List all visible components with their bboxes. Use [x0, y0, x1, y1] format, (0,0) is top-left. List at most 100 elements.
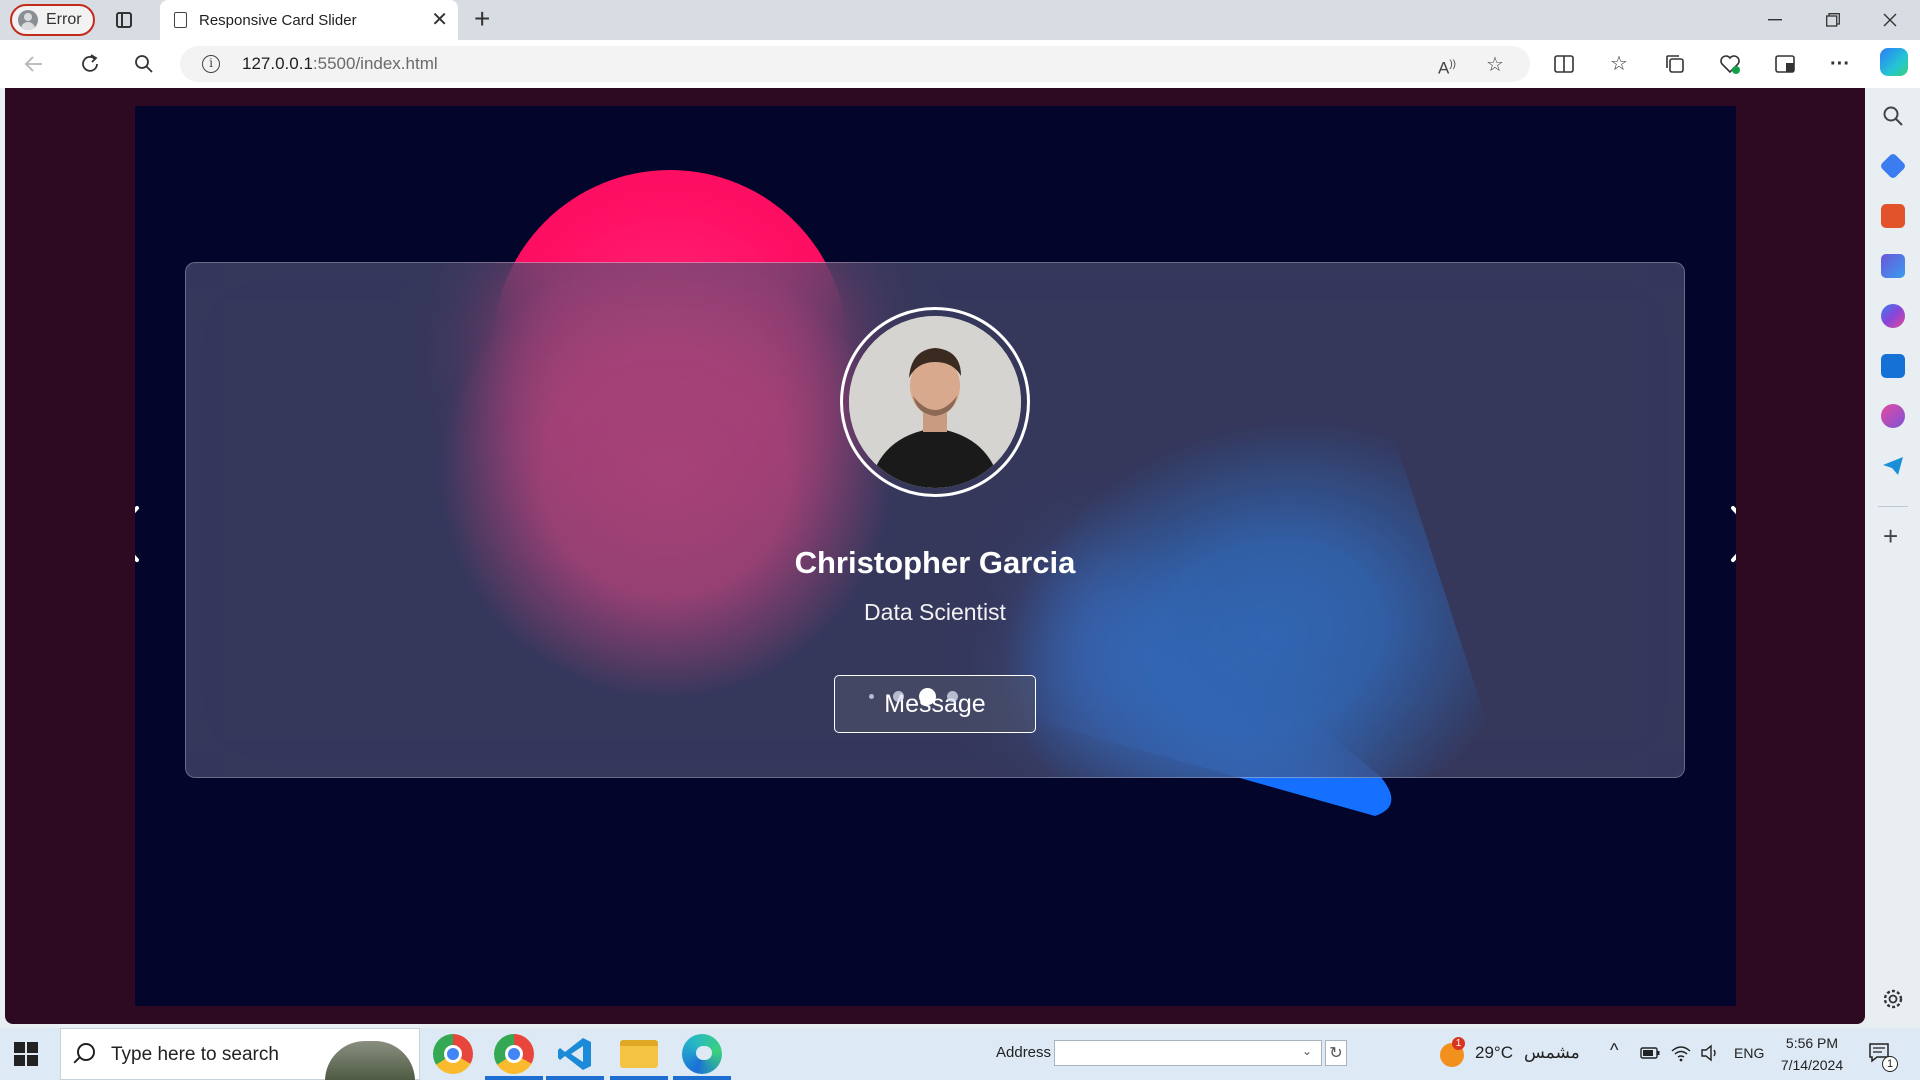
refresh-icon — [82, 54, 98, 72]
heart-pulse-glyph — [1720, 55, 1740, 74]
wifi-icon[interactable] — [1670, 1044, 1692, 1062]
tab-actions-icon — [116, 12, 132, 28]
slider-stage: Christopher Garcia Data Scientist Messag… — [135, 106, 1736, 1006]
address-bar[interactable]: i 127.0.0.1:5500/index.html A)) ☆ — [180, 46, 1530, 82]
taskbar-chrome-2-active-indicator — [485, 1076, 543, 1080]
favorite-star-icon[interactable]: ☆ — [1482, 52, 1508, 78]
copilot-icon[interactable] — [1880, 48, 1908, 76]
sidebar-divider — [1878, 506, 1908, 507]
refresh-button[interactable] — [76, 50, 104, 78]
address-toolbar-label: Address — [996, 1044, 1052, 1061]
pagination-dot-2[interactable] — [893, 691, 904, 702]
page-viewport: Christopher Garcia Data Scientist Messag… — [5, 88, 1865, 1024]
page-icon — [174, 12, 187, 28]
sidebar-settings-gear-icon[interactable] — [1882, 988, 1904, 1010]
address-dropdown-chevron-icon[interactable]: ⌄ — [1302, 1044, 1312, 1058]
search-highlight-image — [325, 1041, 415, 1080]
browser-toolbar: i 127.0.0.1:5500/index.html A)) ☆ ☆ ··· — [0, 40, 1920, 88]
games-icon[interactable] — [1881, 254, 1905, 278]
designer-icon[interactable] — [1881, 404, 1905, 428]
tab-actions-button[interactable] — [112, 8, 136, 32]
split-screen-icon[interactable] — [1550, 50, 1578, 78]
windows-taskbar: Type here to search Address ⌄ ↻ 1 29°C م… — [0, 1028, 1920, 1080]
pagination-dot-3-active[interactable] — [919, 688, 936, 705]
taskbar-chrome-2-icon[interactable] — [494, 1034, 534, 1074]
taskbar-edge-icon[interactable] — [682, 1034, 722, 1074]
taskbar-explorer-active-indicator — [610, 1076, 668, 1080]
send-telegram-icon[interactable] — [1881, 454, 1905, 478]
taskbar-clock[interactable]: 5:56 PM 7/14/2024 — [1772, 1032, 1852, 1076]
previous-slide-arrow-icon[interactable] — [135, 504, 143, 564]
windows-start-icon[interactable] — [14, 1042, 38, 1066]
outlook-icon[interactable] — [1881, 354, 1905, 378]
next-slide-arrow-icon[interactable] — [1727, 504, 1736, 564]
url-path: :5500/index.html — [312, 54, 438, 73]
close-window-button[interactable] — [1862, 0, 1918, 40]
card-name: Christopher Garcia — [794, 545, 1076, 580]
browser-essentials-icon[interactable] — [1716, 50, 1744, 78]
person-portrait-image — [849, 316, 1021, 488]
battery-icon[interactable] — [1640, 1046, 1660, 1060]
tools-briefcase-icon[interactable] — [1881, 204, 1905, 228]
tab-close-icon[interactable]: ✕ — [431, 10, 448, 30]
volume-icon[interactable] — [1700, 1044, 1720, 1062]
clock-date: 7/14/2024 — [1780, 1057, 1844, 1073]
taskbar-vscode-active-indicator — [546, 1076, 604, 1080]
search-icon — [135, 55, 153, 73]
site-info-icon[interactable]: i — [202, 55, 220, 73]
minimize-icon — [1768, 19, 1782, 21]
sidebar-add-icon[interactable]: + — [1883, 523, 1898, 549]
taskbar-search-icon — [77, 1043, 95, 1061]
url-text[interactable]: 127.0.0.1:5500/index.html — [242, 54, 438, 74]
profile-button[interactable]: Error — [10, 4, 95, 36]
taskbar-search-placeholder: Type here to search — [111, 1044, 279, 1065]
favorites-icon[interactable]: ☆ — [1605, 50, 1633, 78]
minimize-button[interactable] — [1747, 0, 1803, 40]
weather-temperature[interactable]: 29°C — [1475, 1043, 1513, 1063]
read-aloud-icon[interactable]: A)) — [1434, 52, 1460, 78]
taskbar-chrome-icon[interactable] — [433, 1034, 473, 1074]
profile-card: Christopher Garcia Data Scientist Messag… — [185, 262, 1685, 778]
pagination-dot-1[interactable] — [869, 694, 874, 699]
avatar — [840, 307, 1030, 497]
avatar-photo — [849, 316, 1021, 488]
notification-count: 1 — [1882, 1056, 1898, 1072]
browser-titlebar: Error Responsive Card Slider ✕ + — [0, 0, 1920, 40]
panel-glyph — [1775, 55, 1795, 73]
card-role: Data Scientist — [864, 599, 1006, 625]
profile-avatar-icon — [18, 10, 38, 30]
downloads-sidebar-icon[interactable] — [1771, 50, 1799, 78]
url-host: 127.0.0.1 — [242, 54, 313, 73]
shopping-tag-icon[interactable] — [1879, 152, 1907, 180]
profile-label: Error — [46, 11, 82, 28]
edge-sidebar: + — [1866, 88, 1920, 1024]
restore-button[interactable] — [1805, 0, 1861, 40]
split-screen-glyph — [1554, 55, 1574, 73]
tray-chevron-up-icon[interactable]: ^ — [1610, 1040, 1618, 1061]
more-options-icon[interactable]: ··· — [1826, 50, 1854, 78]
taskbar-file-explorer-icon[interactable] — [620, 1040, 658, 1068]
taskbar-edge-active-indicator — [673, 1076, 731, 1080]
active-tab[interactable]: Responsive Card Slider ✕ — [160, 0, 458, 40]
weather-description[interactable]: مشمس — [1524, 1043, 1580, 1063]
address-go-refresh-icon[interactable]: ↻ — [1325, 1040, 1347, 1066]
taskbar-search-box[interactable]: Type here to search — [60, 1028, 420, 1080]
collections-icon[interactable] — [1661, 50, 1689, 78]
microsoft-365-icon[interactable] — [1881, 304, 1905, 328]
new-tab-button[interactable]: + — [474, 4, 490, 34]
clock-time: 5:56 PM — [1785, 1035, 1839, 1051]
search-toolbar-button[interactable] — [130, 50, 158, 78]
weather-badge: 1 — [1452, 1037, 1465, 1050]
address-toolbar-input[interactable] — [1054, 1040, 1322, 1066]
message-button[interactable]: Message — [834, 675, 1036, 733]
input-language[interactable]: ENG — [1734, 1045, 1764, 1061]
sidebar-search-icon[interactable] — [1881, 104, 1905, 128]
back-button[interactable] — [20, 50, 48, 78]
collections-glyph — [1666, 55, 1684, 73]
taskbar-vscode-icon[interactable] — [557, 1036, 593, 1072]
tab-title: Responsive Card Slider — [199, 11, 357, 29]
pagination-dot-4[interactable] — [947, 691, 958, 702]
restore-icon — [1826, 13, 1840, 27]
back-arrow-icon — [24, 56, 42, 72]
close-icon — [1883, 13, 1897, 27]
